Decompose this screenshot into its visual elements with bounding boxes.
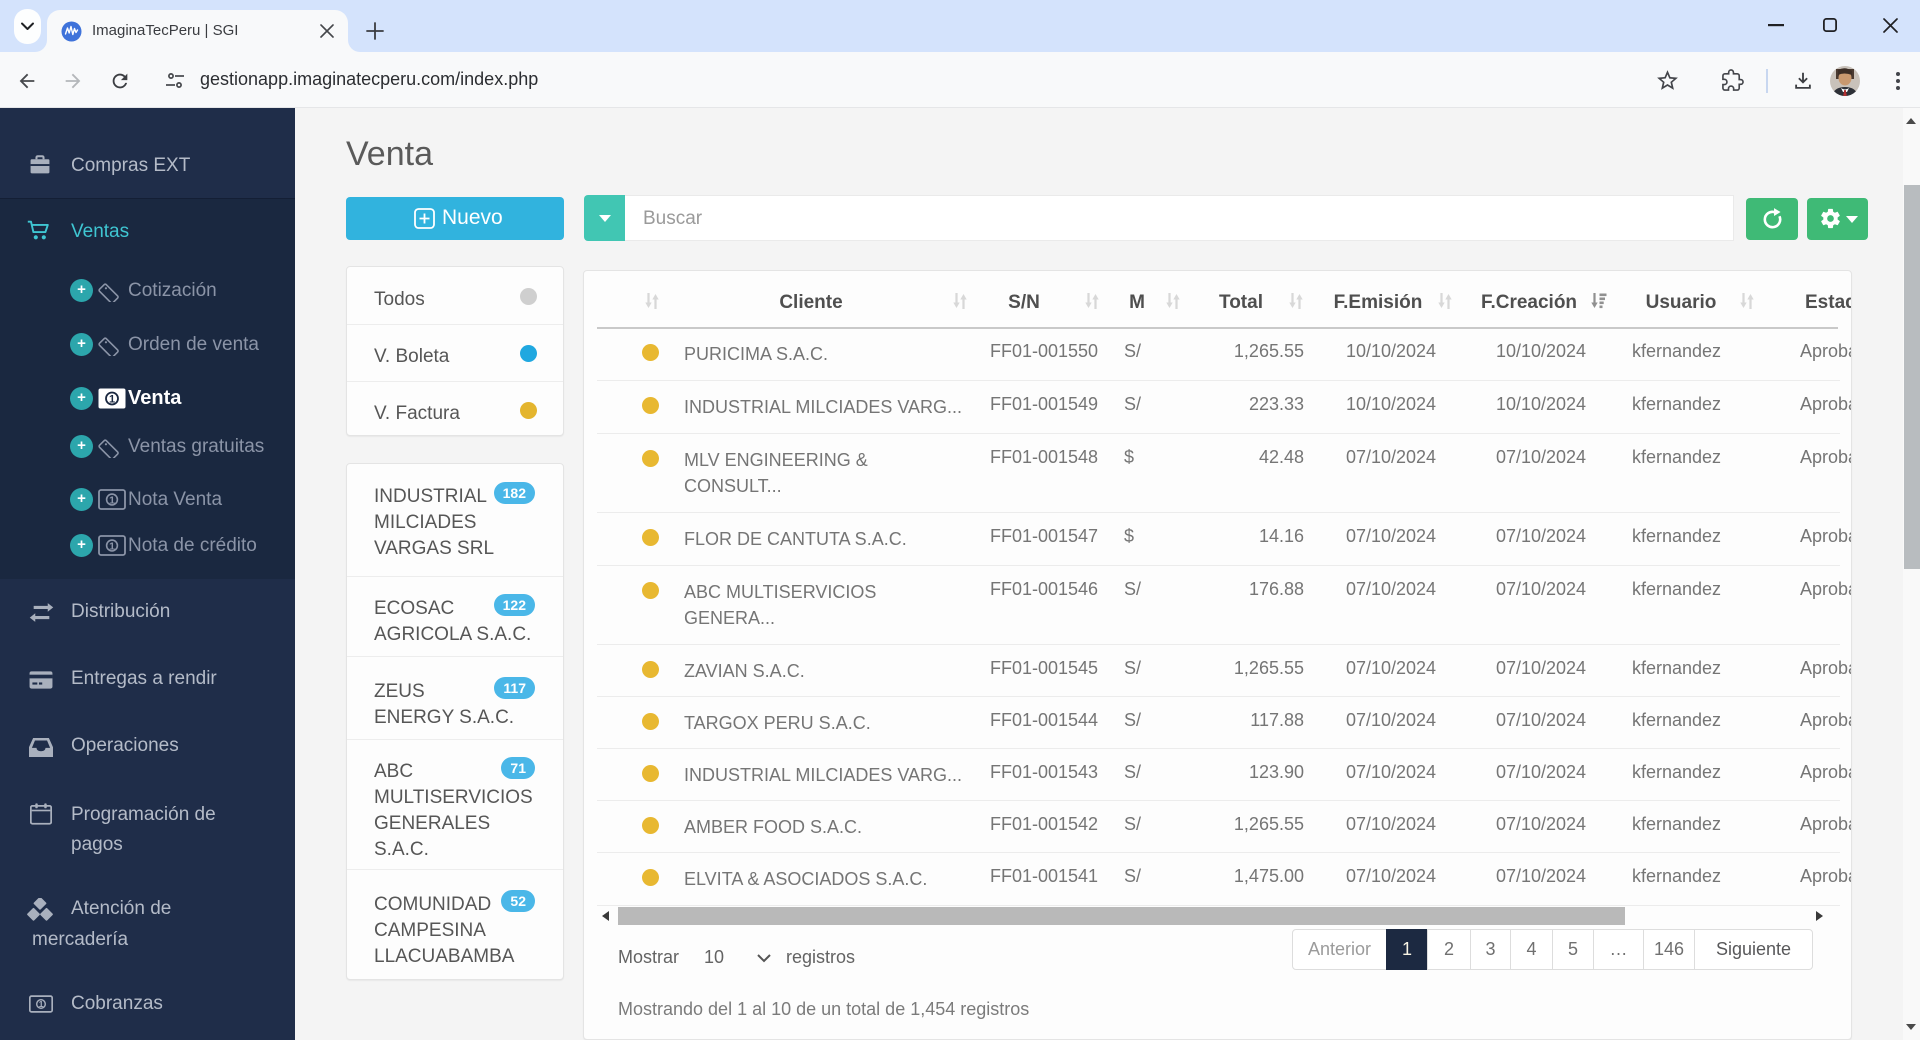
svg-text:1: 1 — [109, 540, 115, 552]
svg-text:1: 1 — [109, 394, 115, 406]
svg-text:1: 1 — [39, 999, 44, 1009]
svg-text:1: 1 — [109, 494, 115, 506]
